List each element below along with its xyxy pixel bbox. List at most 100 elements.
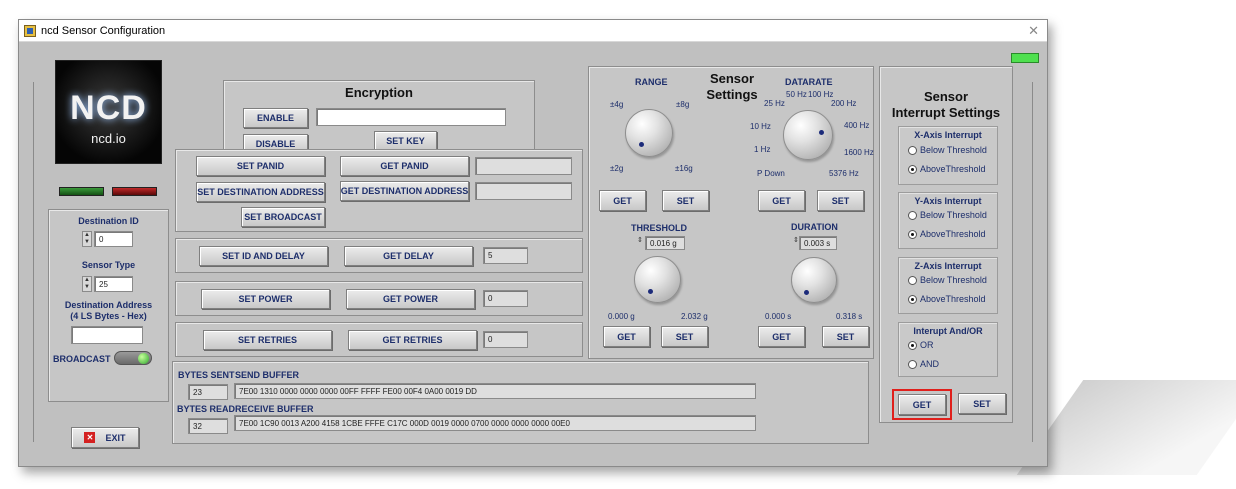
set-panid-button[interactable]: SET PANID	[196, 156, 325, 176]
logo-url: ncd.io	[91, 131, 126, 146]
andor-label: Interupt And/OR	[913, 326, 983, 336]
set-id-delay-button[interactable]: SET ID AND DELAY	[199, 246, 328, 266]
app-window: ncd Sensor Configuration ✕ NCD ncd.io De…	[18, 19, 1048, 467]
dest-id-field[interactable]: 0	[94, 231, 133, 247]
range-tick-16g: ±16g	[675, 164, 693, 173]
set-destination-button[interactable]: SET DESTINATION ADDRESS	[196, 182, 325, 202]
threshold-field[interactable]: 0.016 g	[645, 236, 685, 250]
duration-knob-indicator	[804, 290, 809, 295]
broadcast-toggle[interactable]	[114, 351, 152, 365]
z-axis-label: Z-Axis Interrupt	[914, 261, 982, 271]
z-below-text: Below Threshold	[920, 275, 987, 285]
destination-field	[475, 182, 572, 200]
dest-address-sublabel: (4 LS Bytes - Hex)	[70, 311, 147, 321]
range-label: RANGE	[635, 77, 668, 87]
datarate-knob[interactable]	[783, 110, 833, 160]
panid-field	[475, 157, 572, 175]
buffers-panel: BYTES SENT 23 SEND BUFFER 7E00 1310 0000…	[172, 361, 869, 444]
left-divider	[33, 82, 34, 442]
close-icon[interactable]: ✕	[1028, 23, 1039, 39]
delay-panel: SET ID AND DELAY GET DELAY 5	[175, 238, 583, 273]
and-circle	[908, 359, 917, 369]
x-below-radio[interactable]: Below Threshold	[908, 145, 987, 155]
broadcast-label: BROADCAST	[53, 354, 111, 364]
sensor-type-spinner[interactable]: ▲ ▼	[82, 276, 92, 292]
x-below-text: Below Threshold	[920, 145, 987, 155]
y-below-radio[interactable]: Below Threshold	[908, 210, 987, 220]
dest-address-input[interactable]	[71, 326, 143, 344]
dest-id-spinner[interactable]: ▲ ▼	[82, 231, 92, 247]
duration-get-button[interactable]: GET	[758, 326, 805, 347]
set-retries-button[interactable]: SET RETRIES	[203, 330, 332, 350]
interrupt-get-button[interactable]: GET	[898, 394, 946, 415]
y-axis-label: Y-Axis Interrupt	[914, 196, 982, 206]
duration-min: 0.000 s	[765, 312, 792, 321]
threshold-knob[interactable]	[634, 256, 681, 303]
y-above-radio[interactable]: AboveThreshold	[908, 229, 986, 239]
power-panel: SET POWER GET POWER 0	[175, 281, 583, 316]
duration-max: 0.318 s	[836, 312, 863, 321]
set-broadcast-button[interactable]: SET BROADCAST	[241, 207, 325, 227]
y-below-text: Below Threshold	[920, 210, 987, 220]
get-destination-button[interactable]: GET DESTINATION ADDRESS	[340, 181, 469, 201]
y-axis-group: Y-Axis Interrupt Below Threshold AboveTh…	[898, 192, 998, 249]
sensor-settings-title-1: Sensor	[709, 71, 755, 86]
duration-knob[interactable]	[791, 257, 837, 303]
exit-button[interactable]: ✕ EXIT	[71, 427, 139, 448]
datarate-tick-400hz: 400 Hz	[844, 121, 870, 130]
set-power-button[interactable]: SET POWER	[201, 289, 330, 309]
and-radio[interactable]: AND	[908, 359, 939, 369]
x-below-circle	[908, 145, 917, 155]
receive-buffer-field: 7E00 1C90 0013 A200 4158 1CBE FFFE C17C …	[234, 415, 756, 431]
duration-label: DURATION	[791, 222, 838, 232]
encryption-key-input[interactable]	[316, 108, 506, 126]
exit-label: EXIT	[105, 432, 126, 443]
bytes-sent-label: BYTES SENT	[178, 370, 235, 380]
duration-field[interactable]: 0.003 s	[799, 236, 837, 250]
datarate-tick-pdown: P Down	[757, 169, 785, 178]
delay-field: 5	[483, 247, 528, 264]
dest-address-label: Destination Address	[64, 300, 153, 310]
range-get-button[interactable]: GET	[599, 190, 646, 211]
y-above-text: AboveThreshold	[920, 229, 986, 239]
sensor-settings-title-2: Settings	[706, 87, 758, 102]
led-red	[112, 187, 157, 196]
range-knob[interactable]	[625, 109, 673, 157]
datarate-get-button[interactable]: GET	[758, 190, 805, 211]
threshold-get-button[interactable]: GET	[603, 326, 650, 347]
range-set-button[interactable]: SET	[662, 190, 709, 211]
set-key-button[interactable]: SET KEY	[374, 131, 437, 151]
interrupt-set-button[interactable]: SET	[958, 393, 1006, 414]
interrupt-title-1: Sensor	[923, 89, 969, 104]
sensor-type-field[interactable]: 25	[94, 276, 133, 292]
x-axis-group: X-Axis Interrupt Below Threshold AboveTh…	[898, 126, 998, 185]
y-above-circle	[908, 229, 917, 239]
get-delay-button[interactable]: GET DELAY	[344, 246, 473, 266]
enable-button[interactable]: ENABLE	[243, 108, 308, 128]
z-below-radio[interactable]: Below Threshold	[908, 275, 987, 285]
datarate-set-button[interactable]: SET	[817, 190, 864, 211]
z-axis-group: Z-Axis Interrupt Below Threshold AboveTh…	[898, 257, 998, 314]
threshold-spinner[interactable]: ⇕	[637, 236, 643, 244]
datarate-label: DATARATE	[785, 77, 833, 87]
get-retries-button[interactable]: GET RETRIES	[348, 330, 477, 350]
get-panid-button[interactable]: GET PANID	[340, 156, 469, 176]
z-above-radio[interactable]: AboveThreshold	[908, 294, 986, 304]
x-above-circle	[908, 164, 917, 174]
datarate-tick-5376hz: 5376 Hz	[829, 169, 859, 178]
or-radio[interactable]: OR	[908, 340, 934, 350]
interrupt-title-2: Interrupt Settings	[891, 105, 1001, 120]
z-above-text: AboveThreshold	[920, 294, 986, 304]
threshold-set-button[interactable]: SET	[661, 326, 708, 347]
range-tick-8g: ±8g	[676, 100, 690, 109]
sensor-settings-panel: Sensor Settings RANGE ±4g ±8g ±2g ±16g G…	[588, 66, 874, 359]
x-above-radio[interactable]: AboveThreshold	[908, 164, 986, 174]
retries-field: 0	[483, 331, 528, 348]
encryption-title: Encryption	[345, 85, 413, 100]
client-area: NCD ncd.io Destination ID ▲ ▼ 0 Sensor Ty…	[19, 42, 1047, 466]
duration-spinner[interactable]: ⇕	[793, 236, 799, 244]
duration-set-button[interactable]: SET	[822, 326, 869, 347]
title-bar: ncd Sensor Configuration ✕	[19, 20, 1047, 42]
threshold-min: 0.000 g	[608, 312, 635, 321]
get-power-button[interactable]: GET POWER	[346, 289, 475, 309]
